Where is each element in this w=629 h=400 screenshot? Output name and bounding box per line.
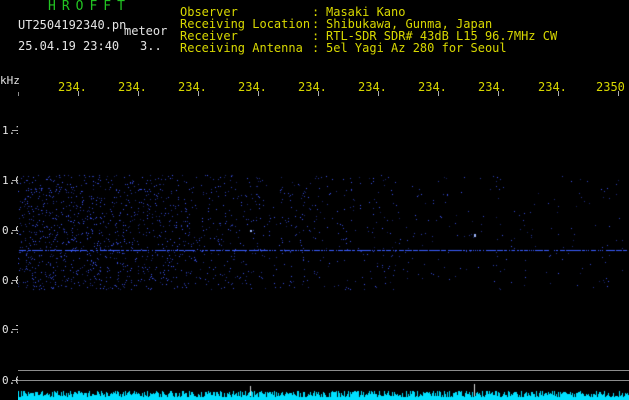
reference-line-upper <box>18 370 629 371</box>
x-tick-label: 234. <box>178 80 207 94</box>
x-tick-label: 2350 <box>596 80 625 94</box>
reference-line-lower <box>18 380 629 381</box>
x-tick-label: 234. <box>58 80 87 94</box>
x-tick-label: 234. <box>478 80 507 94</box>
x-tick-label: 234. <box>298 80 327 94</box>
app-title: HROFFT <box>48 0 131 14</box>
meteor-count: 3.. <box>140 39 162 53</box>
antenna-colon: : <box>312 41 320 55</box>
hrofft-window: HROFFT UT2504192340.pn meteor 25.04.19 2… <box>0 0 629 400</box>
capture-datetime: 25.04.19 23:40 <box>18 39 120 53</box>
x-tick-label: 234. <box>358 80 387 94</box>
file-name: UT2504192340.pn <box>18 18 127 32</box>
spectrogram-canvas <box>18 96 629 400</box>
x-tick-label: 234. <box>238 80 267 94</box>
x-tick-label: 234. <box>538 80 567 94</box>
antenna-label: Receiving Antenna <box>180 41 303 55</box>
antenna-value: 5el Yagi Az 280 for Seoul <box>326 41 507 55</box>
x-tick-label: 234. <box>118 80 147 94</box>
detection-mode: meteor <box>124 24 168 38</box>
x-tick-label: 234. <box>418 80 447 94</box>
y-axis-unit: kHz <box>0 74 20 87</box>
